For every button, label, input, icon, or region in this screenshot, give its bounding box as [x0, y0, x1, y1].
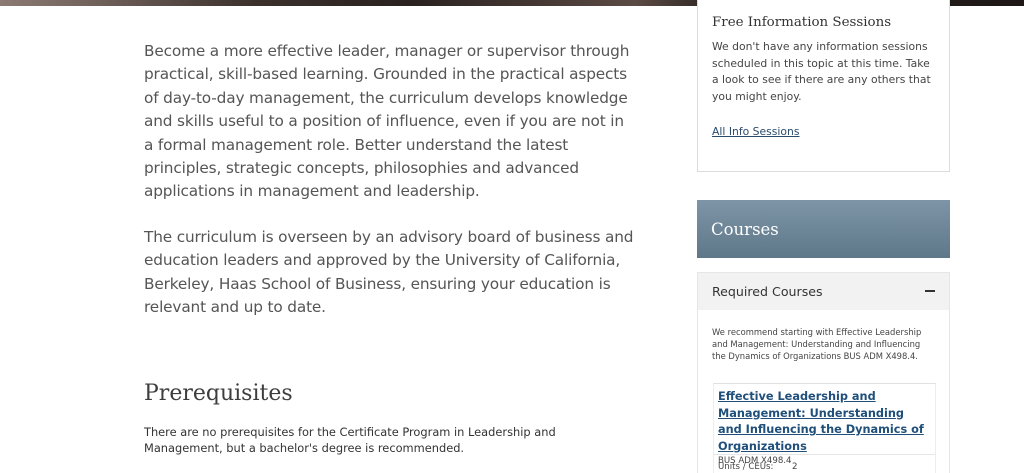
required-courses-toggle[interactable]: Required Courses	[697, 272, 950, 310]
info-sessions-title: Free Information Sessions	[712, 15, 892, 30]
info-sessions-panel: Free Information Sessions We don't have …	[697, 0, 950, 172]
intro-paragraph: The curriculum is overseen by an advisor…	[144, 227, 634, 317]
course-units: Units / CEUs: 2	[718, 462, 797, 472]
courses-title: Courses	[711, 220, 779, 239]
prerequisites-text: There are no prerequisites for the Certi…	[144, 425, 556, 455]
program-overview: Become a more effective leader, manager …	[144, 40, 634, 319]
required-courses-note: We recommend starting with Effective Lea…	[712, 327, 922, 362]
intro-paragraph: Become a more effective leader, manager …	[144, 42, 630, 201]
required-courses-title: Required Courses	[712, 284, 823, 299]
units-value: 2	[792, 462, 798, 472]
minus-icon[interactable]	[925, 290, 935, 292]
courses-header: Courses	[697, 200, 950, 258]
all-info-sessions-link[interactable]: All Info Sessions	[712, 125, 800, 138]
prerequisites-heading: Prerequisites	[144, 381, 293, 406]
info-sessions-text: We don't have any information sessions s…	[712, 40, 931, 103]
course-card: Effective Leadership and Management: Und…	[713, 383, 936, 473]
units-label: Units / CEUs:	[718, 462, 774, 472]
course-title-link[interactable]: Effective Leadership and Management: Und…	[718, 389, 931, 455]
divider	[714, 454, 935, 455]
